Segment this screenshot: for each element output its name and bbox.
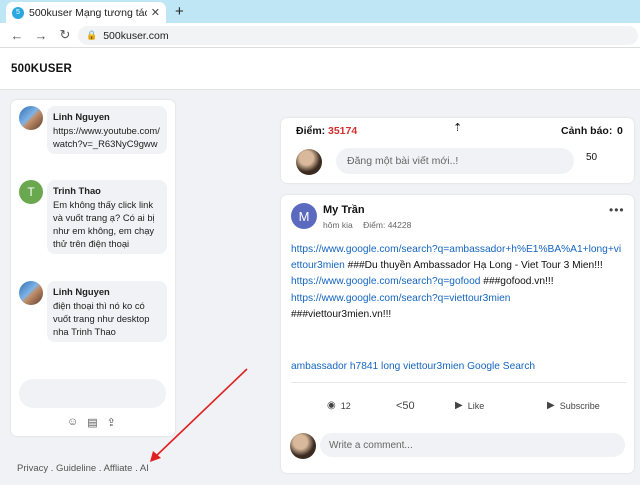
post-card: M My Trần hôm kia Điểm: 44228 ••• https:… bbox=[281, 195, 634, 473]
address-bar[interactable]: 🔒 500kuser.com bbox=[78, 26, 638, 45]
avatar[interactable]: M bbox=[291, 203, 317, 229]
post-link[interactable]: https://www.google.com/search?q=gofood bbox=[291, 276, 480, 287]
chat-text: điện thoại thì nó ko có vuốt trang như d… bbox=[53, 300, 150, 337]
url-text: 500kuser.com bbox=[103, 29, 169, 42]
chat-bubble: Linh Nguyen điện thoại thì nó ko có vuốt… bbox=[47, 281, 167, 342]
browser-tab-bar: 5 500kuser Mạng tương tác dành c ✕ + bbox=[0, 0, 640, 23]
score-stat: <50 bbox=[396, 400, 415, 412]
subscribe-button[interactable]: ▶ Subscribe bbox=[547, 400, 600, 411]
comment-input[interactable]: Write a comment... bbox=[320, 433, 625, 457]
like-label: Like bbox=[467, 400, 485, 411]
post-content: https://www.google.com/search?q=ambassad… bbox=[291, 242, 626, 323]
avatar[interactable]: T bbox=[19, 180, 43, 204]
post-text: ###gofood.vn!!! bbox=[483, 276, 554, 288]
chat-author[interactable]: Trinh Thao bbox=[53, 184, 161, 197]
chat-message: T Trinh Thao Em không thấy click link và… bbox=[19, 180, 169, 254]
new-post-input[interactable]: Đăng một bài viết mới..! bbox=[336, 148, 574, 174]
site-header: 500KUSER bbox=[0, 48, 640, 90]
divider bbox=[291, 382, 626, 383]
browser-toolbar: ← → ↻ 🔒 500kuser.com bbox=[0, 23, 640, 48]
views-count: 12 bbox=[340, 400, 351, 411]
warning-value: 0 bbox=[617, 125, 623, 137]
emoji-icon[interactable]: ☺ bbox=[67, 416, 78, 429]
site-logo[interactable]: 500KUSER bbox=[11, 63, 72, 75]
chat-message: Linh Nguyen https://www.youtube.com/watc… bbox=[19, 106, 169, 154]
new-tab-button[interactable]: + bbox=[175, 3, 184, 20]
points-value: 35174 bbox=[328, 125, 358, 137]
post-time: hôm kia bbox=[323, 220, 353, 230]
forward-button[interactable]: → bbox=[34, 28, 48, 43]
chat-input[interactable] bbox=[19, 379, 166, 408]
avatar[interactable] bbox=[290, 433, 316, 459]
avatar[interactable] bbox=[296, 149, 322, 175]
lock-icon: 🔒 bbox=[86, 30, 98, 40]
upload-icon[interactable]: ⇪ bbox=[107, 416, 116, 429]
post-link[interactable]: https://www.google.com/search?q=viettour… bbox=[291, 293, 510, 304]
back-button[interactable]: ← bbox=[10, 28, 24, 43]
thumbs-up-icon: ▶ bbox=[455, 400, 463, 411]
eye-icon: ◉ bbox=[327, 400, 336, 411]
avatar[interactable] bbox=[19, 281, 43, 305]
avatar[interactable] bbox=[19, 106, 43, 130]
post-counter: 50 bbox=[586, 152, 598, 163]
play-icon: ▶ bbox=[547, 400, 555, 411]
post-points: Điểm: 44228 bbox=[363, 220, 412, 230]
chat-author[interactable]: Linh Nguyen bbox=[53, 285, 161, 298]
chat-bubble: Trinh Thao Em không thấy click link và v… bbox=[47, 180, 167, 254]
points-label: Điểm: bbox=[296, 125, 326, 137]
views-stat: ◉ 12 bbox=[327, 400, 351, 411]
pin-icon[interactable]: ⇡ bbox=[453, 121, 462, 134]
file-icon[interactable]: ▤ bbox=[87, 416, 97, 429]
site-favicon-icon: 5 bbox=[12, 6, 24, 19]
post-text: ###Du thuyền Ambassador Hạ Long - Viet T… bbox=[347, 260, 603, 272]
chat-message: Linh Nguyen điện thoại thì nó ko có vuốt… bbox=[19, 281, 169, 342]
like-button[interactable]: ▶ Like bbox=[455, 400, 484, 411]
warning-label: Cảnh báo: bbox=[561, 125, 613, 137]
composer-card: Điểm: 35174 ⇡ Cảnh báo: 0 Đăng một bài v… bbox=[281, 118, 634, 183]
post-author[interactable]: My Trần bbox=[323, 204, 365, 216]
subscribe-label: Subscribe bbox=[559, 400, 600, 411]
browser-tab[interactable]: 5 500kuser Mạng tương tác dành c ✕ bbox=[6, 2, 166, 23]
chat-author[interactable]: Linh Nguyen bbox=[53, 110, 161, 123]
chat-text: Em không thấy click link và vuốt trang ạ… bbox=[53, 199, 155, 249]
chat-toolbar: ☺ ▤ ⇪ bbox=[67, 416, 116, 429]
post-tag-link[interactable]: ambassador h7841 long viettour3mien Goog… bbox=[291, 361, 535, 372]
post-text: ###viettour3mien.vn!!! bbox=[291, 308, 392, 320]
more-options-icon[interactable]: ••• bbox=[609, 203, 625, 217]
footer-links[interactable]: Privacy . Guideline . Affliate . AI bbox=[17, 463, 149, 474]
post-meta: hôm kia Điểm: 44228 bbox=[323, 220, 411, 230]
tab-title: 500kuser Mạng tương tác dành c bbox=[29, 6, 147, 19]
chat-text: https://www.youtube.com/watch?v=_R63NyC9… bbox=[53, 125, 160, 149]
reload-button[interactable]: ↻ bbox=[58, 27, 72, 43]
chat-bubble: Linh Nguyen https://www.youtube.com/watc… bbox=[47, 106, 167, 154]
close-tab-icon[interactable]: ✕ bbox=[151, 6, 160, 19]
chat-panel: Linh Nguyen https://www.youtube.com/watc… bbox=[11, 100, 175, 436]
